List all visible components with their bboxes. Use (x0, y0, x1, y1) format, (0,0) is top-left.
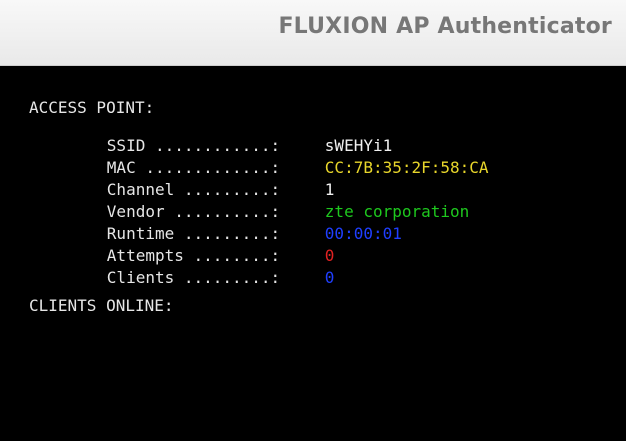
mac-value: CC:7B:35:2F:58:CA (324, 158, 489, 177)
access-point-header: ACCESS POINT: (29, 98, 155, 117)
runtime-row: Runtime .........: 00:00:01 (49, 207, 402, 243)
title-bar[interactable]: FLUXION AP Authenticator (0, 0, 626, 66)
attempts-row: Attempts ........: 0 (49, 229, 335, 265)
clients-label: Clients .........: (106, 268, 281, 287)
channel-row: Channel .........: 1 (49, 163, 335, 199)
clients-row: Clients .........: 0 (49, 251, 335, 287)
vendor-row: Vendor ..........: zte corporation (49, 185, 470, 221)
ssid-row: SSID ............: sWEHYi1 (49, 119, 392, 155)
clients-value: 0 (324, 268, 335, 287)
window-title: FLUXION AP Authenticator (278, 14, 612, 39)
terminal-output[interactable]: ACCESS POINT: SSID ............: sWEHYi1 … (0, 66, 626, 441)
mac-row: MAC .............: CC:7B:35:2F:58:CA (49, 141, 489, 177)
clients-online-header: CLIENTS ONLINE: (29, 296, 174, 315)
runtime-value: 00:00:01 (324, 224, 402, 243)
fluxion-window: FLUXION AP Authenticator ACCESS POINT: S… (0, 0, 626, 441)
